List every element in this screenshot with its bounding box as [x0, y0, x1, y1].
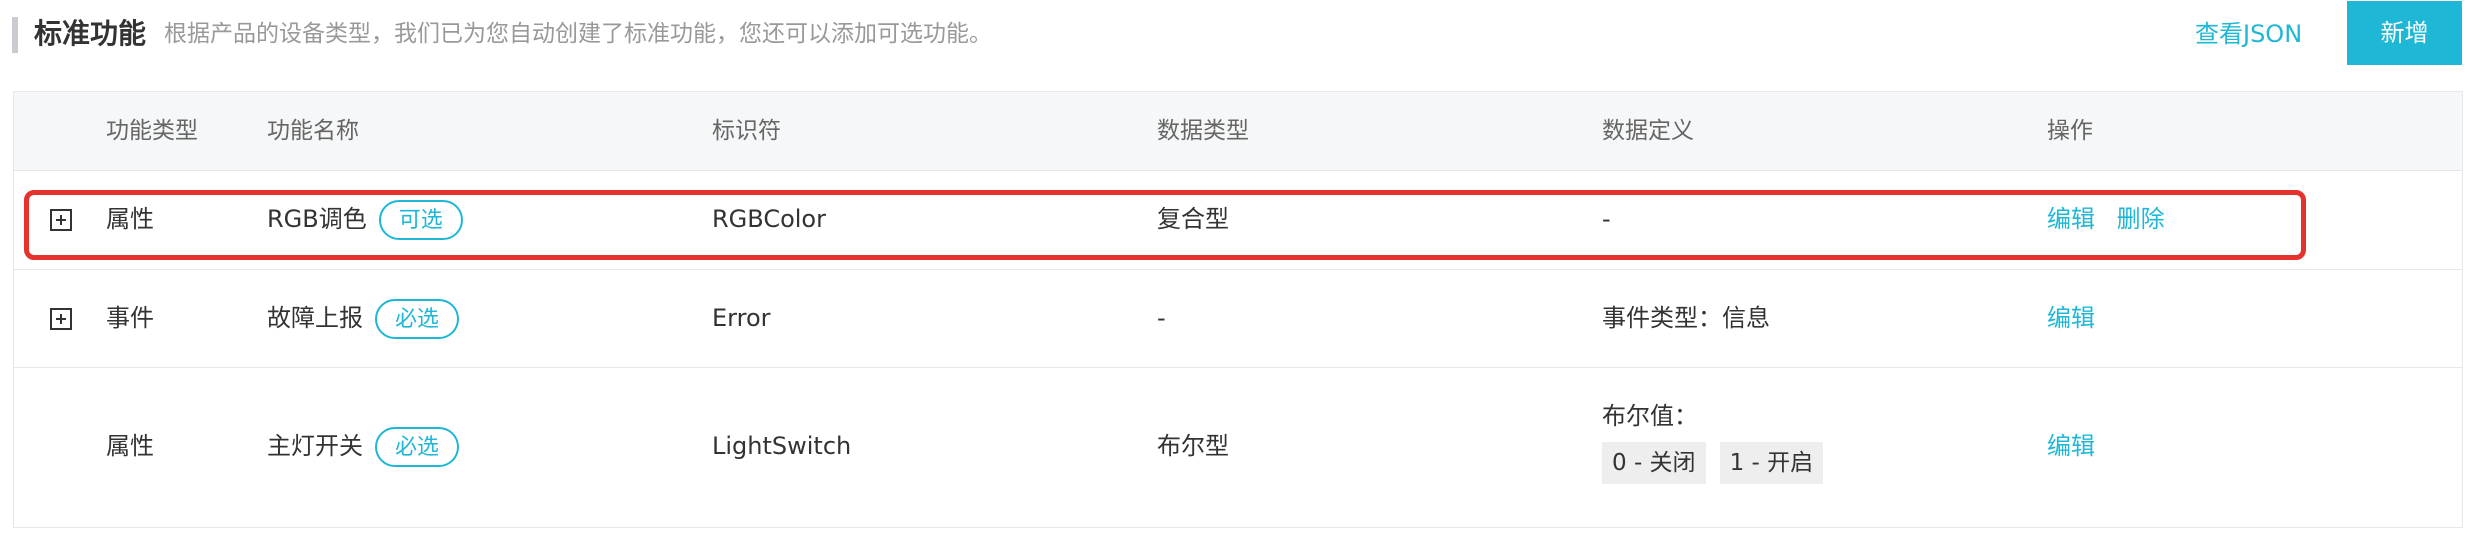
row-name: 故障上报 — [267, 304, 363, 332]
row-definition-values: 0 - 关闭 1 - 开启 — [1602, 442, 1837, 484]
table-row: 事件 故障上报 必选 Error - 事件类型：信息 编辑 — [14, 270, 2462, 368]
row-name-cell: 故障上报 必选 — [267, 298, 460, 339]
row-definition-label: 布尔值： — [1602, 402, 1698, 430]
column-header-identifier: 标识符 — [712, 118, 781, 144]
required-badge: 必选 — [375, 299, 460, 339]
edit-link[interactable]: 编辑 — [2047, 304, 2095, 332]
row-actions: 编辑 — [2047, 298, 2095, 338]
section-title: 标准功能 — [34, 17, 147, 50]
row-actions: 编辑 — [2047, 426, 2095, 466]
table-row: 属性 主灯开关 必选 LightSwitch 布尔型 布尔值： 0 - 关闭 1 -… — [14, 368, 2462, 526]
highlight-box — [24, 190, 2306, 260]
row-identifier: LightSwitch — [712, 432, 852, 460]
row-definition: 事件类型：信息 — [1602, 304, 1770, 332]
row-type: 属性 — [106, 432, 154, 460]
row-data-type: 布尔型 — [1157, 432, 1229, 460]
row-data-type: - — [1157, 304, 1166, 332]
view-json-link[interactable]: 查看JSON — [2195, 16, 2302, 52]
column-header-name: 功能名称 — [267, 118, 359, 144]
section-header: 标准功能 根据产品的设备类型，我们已为您自动创建了标准功能，您还可以添加可选功能… — [0, 0, 2474, 70]
column-header-definition: 数据定义 — [1602, 118, 1694, 144]
row-name: 主灯开关 — [267, 432, 363, 460]
required-badge: 必选 — [375, 427, 460, 467]
column-header-data-type: 数据类型 — [1157, 118, 1249, 144]
add-button[interactable]: 新增 — [2347, 1, 2462, 65]
row-type: 事件 — [106, 304, 154, 332]
column-header-actions: 操作 — [2047, 118, 2093, 144]
title-accent-bar — [12, 17, 18, 53]
table-header: 功能类型 功能名称 标识符 数据类型 数据定义 操作 — [14, 92, 2462, 171]
bool-value-pill: 0 - 关闭 — [1602, 442, 1706, 484]
edit-link[interactable]: 编辑 — [2047, 432, 2095, 460]
function-table: 功能类型 功能名称 标识符 数据类型 数据定义 操作 属性 RGB调色 可选 RG… — [13, 91, 2463, 528]
row-name-cell: 主灯开关 必选 — [267, 426, 460, 467]
column-header-type: 功能类型 — [106, 118, 198, 144]
expand-icon[interactable] — [50, 308, 72, 330]
bool-value-pill: 1 - 开启 — [1719, 442, 1824, 484]
section-subtitle: 根据产品的设备类型，我们已为您自动创建了标准功能，您还可以添加可选功能。 — [164, 21, 992, 47]
row-identifier: Error — [712, 304, 771, 332]
